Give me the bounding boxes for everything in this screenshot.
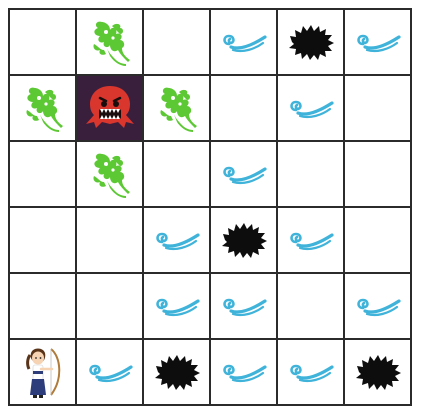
cell-r1-c1 — [10, 10, 77, 76]
breeze-icon — [222, 166, 267, 185]
cell-r3-c6 — [345, 142, 412, 208]
cell-r5-c4 — [211, 274, 278, 340]
cell-r2-c4 — [211, 76, 278, 142]
archer-agent-icon — [25, 348, 60, 398]
cell-r3-c4 — [211, 142, 278, 208]
cell-r4-c1 — [10, 208, 77, 274]
cell-r5-c5 — [278, 274, 345, 340]
cell-r4-c6 — [345, 208, 412, 274]
cell-r4-c2 — [77, 208, 144, 274]
cell-r1-c5 — [278, 10, 345, 76]
cell-r6-c1 — [10, 340, 77, 406]
breeze-icon — [289, 232, 334, 251]
breeze-icon — [356, 34, 401, 53]
cell-r4-c3 — [144, 208, 211, 274]
breeze-icon — [222, 298, 267, 317]
cell-r6-c5 — [278, 340, 345, 406]
cell-r6-c2 — [77, 340, 144, 406]
stench-icon — [92, 153, 130, 198]
stench-icon — [159, 87, 197, 132]
cell-r1-c3 — [144, 10, 211, 76]
breeze-icon — [222, 364, 267, 383]
cell-r6-c6 — [345, 340, 412, 406]
wumpus-icon — [85, 86, 134, 128]
cell-r1-c6 — [345, 10, 412, 76]
wumpus-world-board — [8, 8, 412, 406]
pit-icon — [221, 223, 267, 258]
cell-r2-c5 — [278, 76, 345, 142]
cell-r5-c1 — [10, 274, 77, 340]
breeze-icon — [356, 298, 401, 317]
cell-r3-c2 — [77, 142, 144, 208]
cell-r5-c6 — [345, 274, 412, 340]
cell-r4-c4 — [211, 208, 278, 274]
stench-icon — [25, 87, 63, 132]
cell-r3-c3 — [144, 142, 211, 208]
cell-r3-c1 — [10, 142, 77, 208]
cell-r4-c5 — [278, 208, 345, 274]
cell-r2-c3 — [144, 76, 211, 142]
breeze-icon — [222, 34, 267, 53]
breeze-icon — [155, 232, 200, 251]
cell-r5-c2 — [77, 274, 144, 340]
pit-icon — [288, 25, 334, 60]
breeze-icon — [155, 298, 200, 317]
cell-r6-c4 — [211, 340, 278, 406]
breeze-icon — [289, 364, 334, 383]
pit-icon — [355, 355, 401, 390]
cell-r6-c3 — [144, 340, 211, 406]
stench-icon — [92, 21, 130, 66]
cell-r2-c1 — [10, 76, 77, 142]
breeze-icon — [289, 100, 334, 119]
cell-r2-c6 — [345, 76, 412, 142]
pit-icon — [154, 355, 200, 390]
breeze-icon — [88, 364, 133, 383]
cell-r3-c5 — [278, 142, 345, 208]
cell-r1-c2 — [77, 10, 144, 76]
cell-r1-c4 — [211, 10, 278, 76]
cell-r2-c2 — [77, 76, 144, 142]
cell-r5-c3 — [144, 274, 211, 340]
